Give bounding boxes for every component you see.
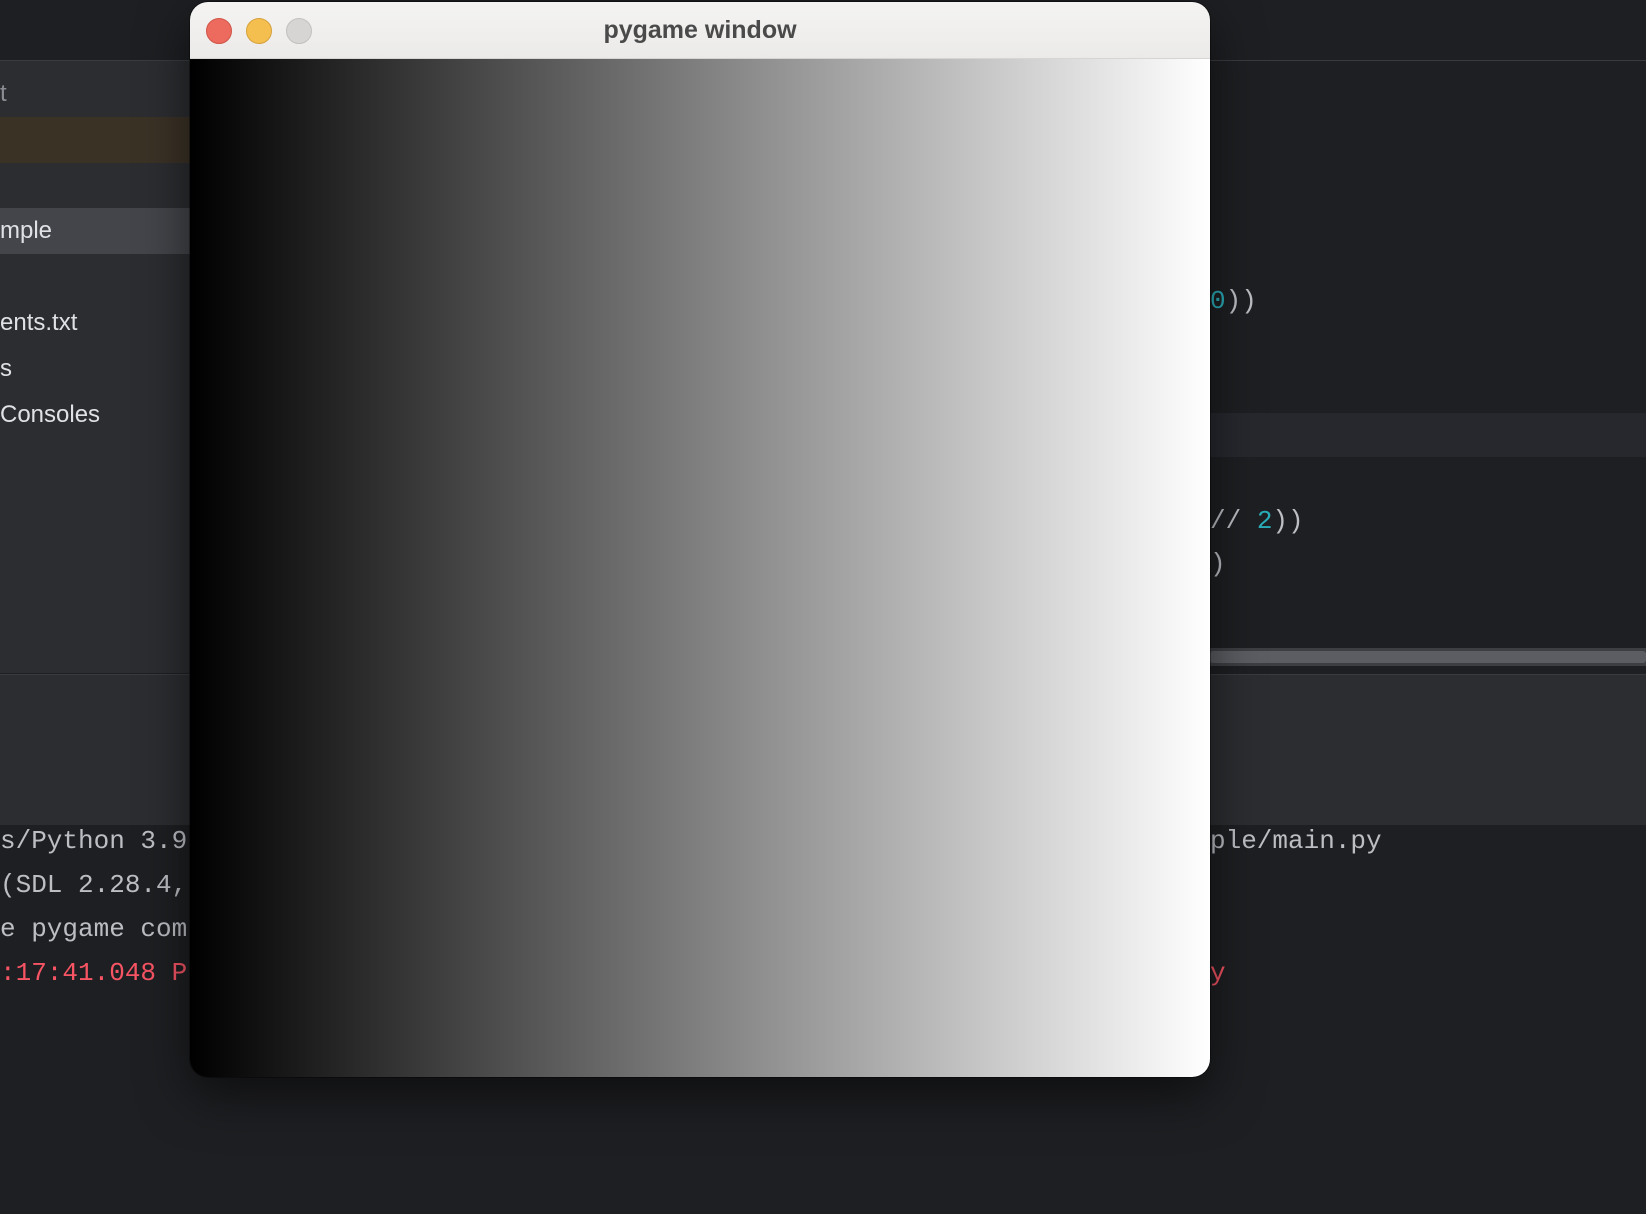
project-sidebar: t mple ents.txt s Consoles — [0, 61, 200, 673]
pygame-canvas-gradient[interactable] — [190, 59, 1210, 1077]
code-line-flip: ) — [1210, 549, 1226, 579]
sidebar-item-project-root[interactable]: t — [0, 71, 7, 117]
code-line-blit: // 2)) — [1210, 506, 1304, 536]
editor-scroll-thumb[interactable] — [1210, 651, 1646, 663]
console-line-pygame-community: e pygame com — [0, 914, 188, 944]
console-line-python-path: s/Python 3.9 — [0, 826, 188, 856]
window-title: pygame window — [603, 16, 797, 44]
sidebar-item-example-folder[interactable]: mple — [0, 208, 200, 254]
console-line-error-timestamp: :17:41.048 P — [0, 958, 188, 988]
sidebar-item-external-libraries[interactable]: s — [0, 346, 12, 392]
sidebar-item-highlighted[interactable] — [0, 117, 200, 163]
pygame-window[interactable]: pygame window — [190, 2, 1210, 1077]
sidebar-item-requirements[interactable]: ents.txt — [0, 300, 77, 346]
code-line-fill: 0)) — [1210, 286, 1257, 316]
console-line-main-path: ple/main.py — [1210, 826, 1382, 856]
sidebar-item-scratches-consoles[interactable]: Consoles — [0, 392, 100, 438]
console-line-sdl-version: (SDL 2.28.4, — [0, 870, 188, 900]
pygame-title-bar[interactable]: pygame window — [190, 2, 1210, 59]
console-line-error-tail: y — [1210, 958, 1226, 988]
